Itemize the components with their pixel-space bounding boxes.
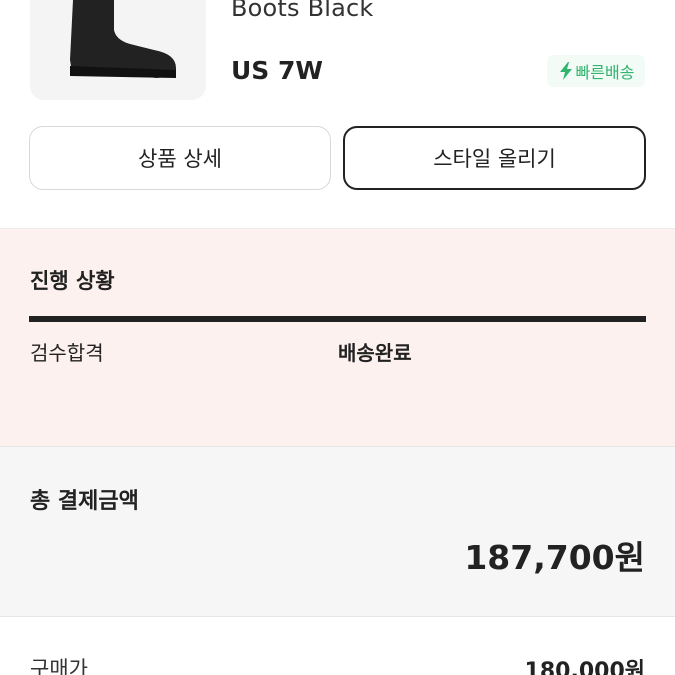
upload-style-button[interactable]: 스타일 올리기 — [343, 126, 646, 190]
price-breakdown: 구매가 180,000원 — [0, 616, 675, 675]
progress-bar — [29, 316, 646, 322]
progress-title: 진행 상황 — [30, 269, 115, 293]
purchase-price-label: 구매가 — [30, 657, 88, 675]
payment-title: 총 결제금액 — [30, 489, 139, 514]
product-size: US 7W — [231, 56, 323, 85]
lightning-icon — [558, 62, 574, 80]
step-inspection-passed: 검수합격 — [30, 341, 104, 365]
product-detail-button[interactable]: 상품 상세 — [29, 126, 331, 190]
step-delivered: 배송완료 — [338, 341, 412, 365]
fast-delivery-label: 빠른배송 — [575, 63, 635, 82]
product-name: Boots Black — [231, 0, 374, 22]
rain-boot-image — [70, 0, 176, 78]
product-image[interactable] — [30, 0, 206, 100]
payment-total: 187,700원 — [464, 538, 645, 577]
purchase-price-value: 180,000원 — [524, 659, 645, 675]
progress-section: 진행 상황 검수합격 배송완료 — [0, 228, 675, 446]
product-summary: Boots Black US 7W 빠른배송 상품 상세 스타일 올리기 — [0, 0, 675, 228]
fast-delivery-badge: 빠른배송 — [547, 55, 645, 87]
payment-section: 총 결제금액 187,700원 — [0, 446, 675, 616]
